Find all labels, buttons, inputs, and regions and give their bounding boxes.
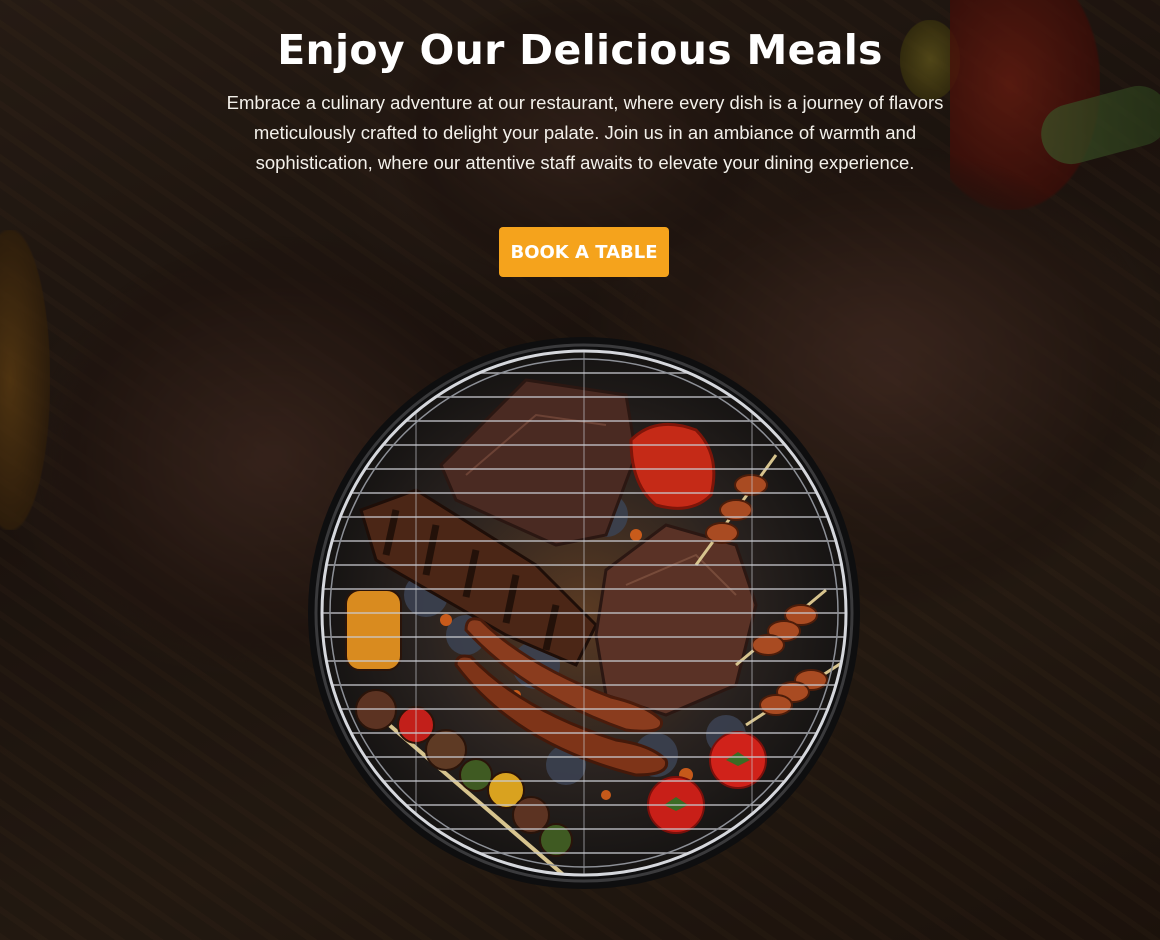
grill-image (306, 335, 862, 895)
hero-description: Embrace a culinary adventure at our rest… (226, 92, 944, 173)
hero-title: Enjoy Our Delicious Meals (277, 26, 883, 74)
hero-section: Enjoy Our Delicious Meals Embrace a culi… (0, 0, 1160, 940)
book-table-button[interactable]: BOOK A TABLE (499, 227, 669, 277)
